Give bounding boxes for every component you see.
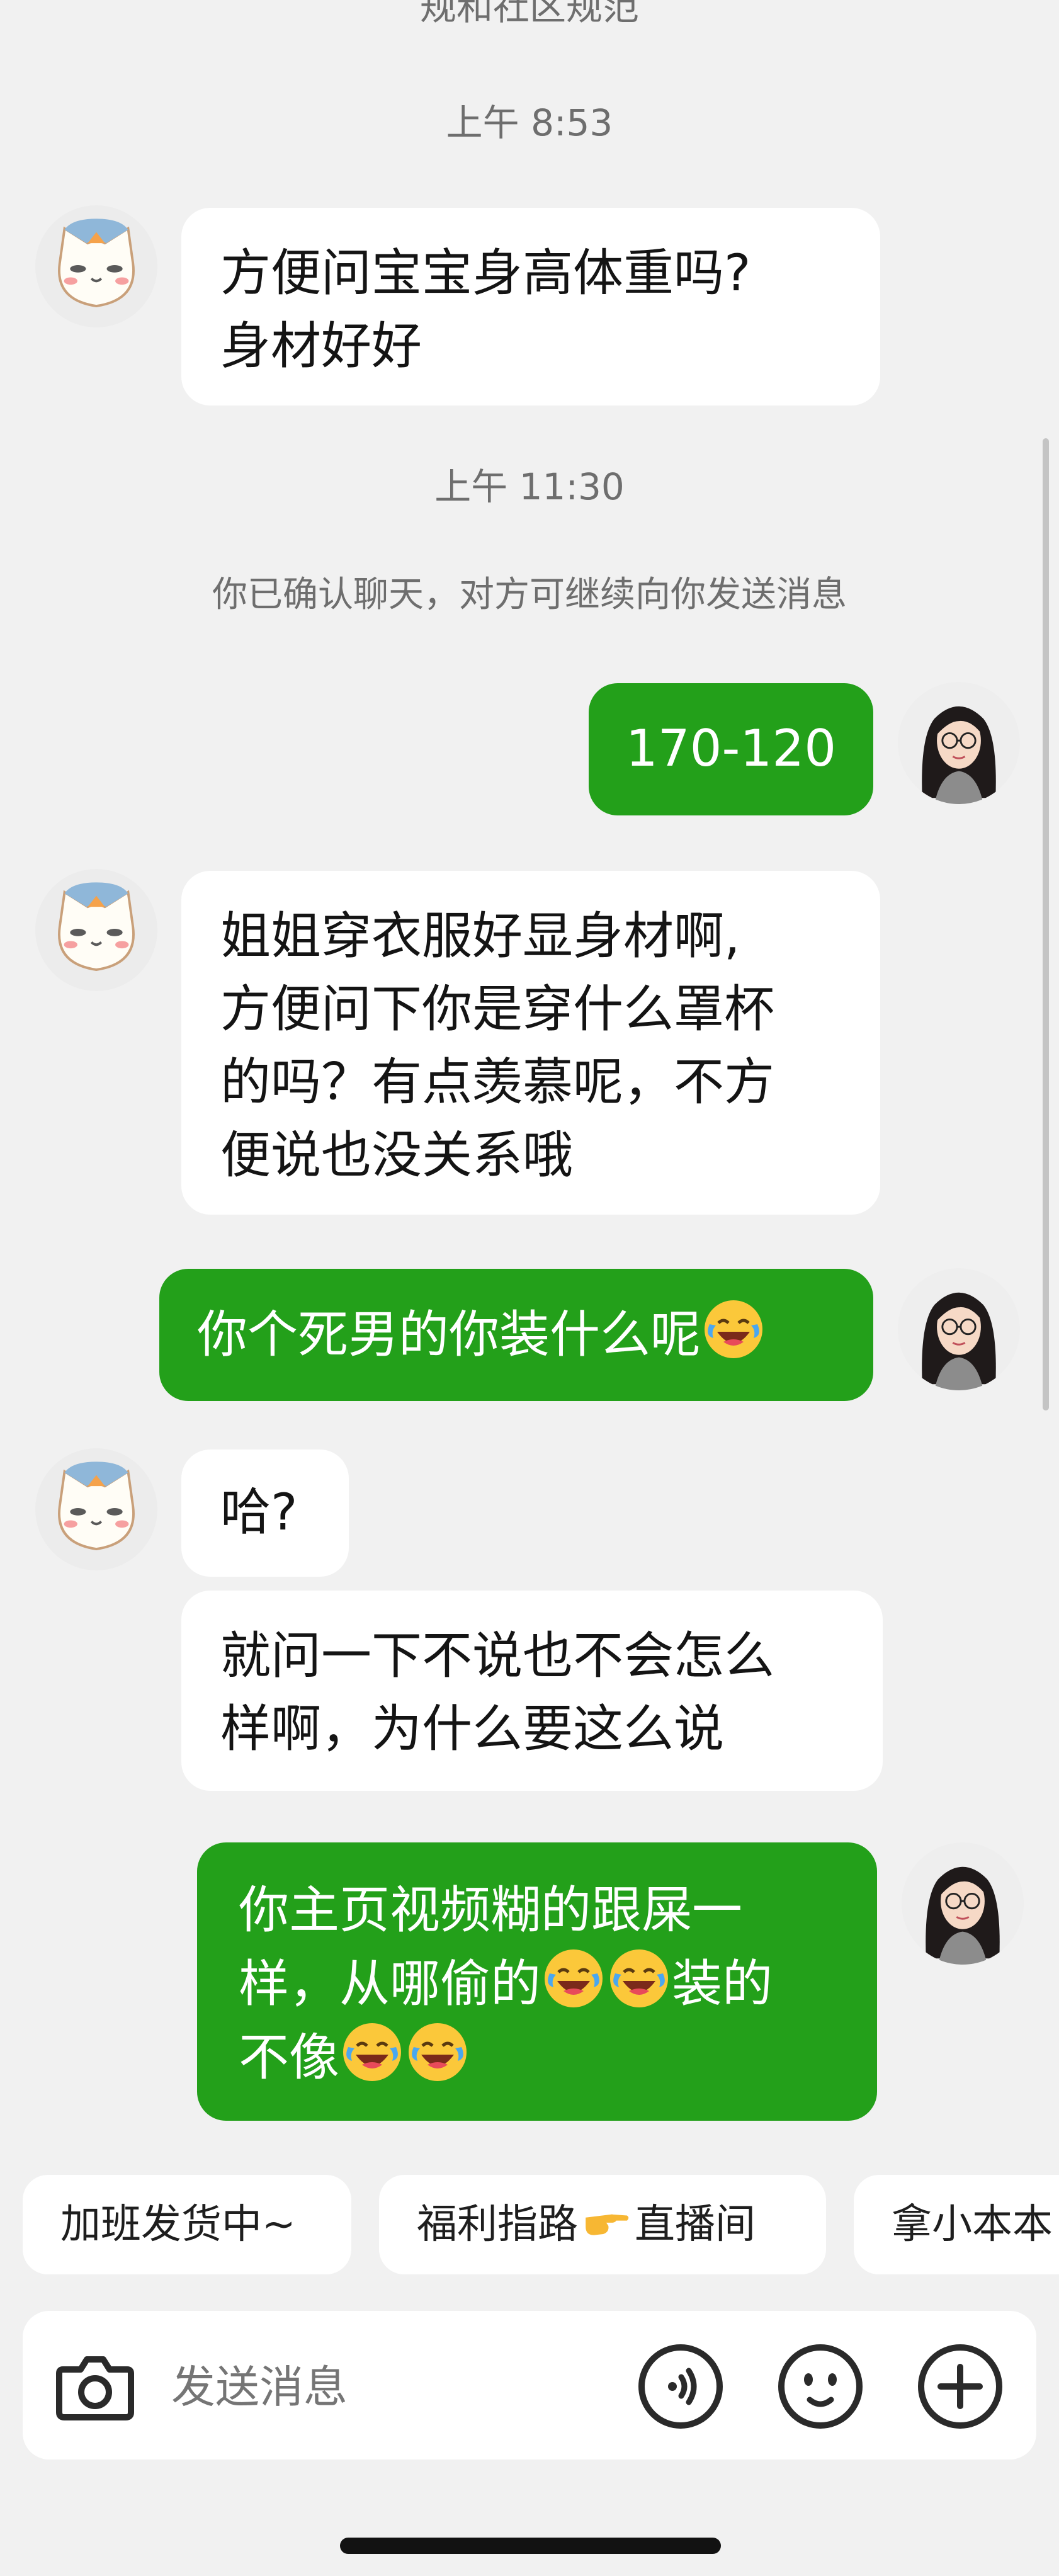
laughing-crying-emoji-icon <box>702 1298 765 1361</box>
pointing-hand-emoji-icon <box>580 2194 632 2245</box>
message-text: 就问一下不说也不会怎么 <box>220 1626 774 1685</box>
girl-glasses-avatar-icon <box>898 1268 1020 1390</box>
message-bubble-incoming[interactable]: 就问一下不说也不会怎么 样啊，为什么要这么说 <box>181 1591 883 1791</box>
header-partial-text: 规和社区规范 <box>419 0 639 28</box>
camera-icon <box>56 2356 134 2420</box>
timestamp: 上午 8:53 <box>446 101 613 144</box>
cat-avatar-icon <box>35 1448 157 1570</box>
message-text: 身材好好 <box>220 317 422 375</box>
message-text: 170-120 <box>625 719 837 778</box>
message-text: 的吗？有点羡慕呢，不方 <box>220 1053 774 1111</box>
sticker-button[interactable] <box>776 2342 865 2431</box>
cat-avatar-icon <box>35 869 157 991</box>
message-text: 你主页视频糊的跟屎一 <box>239 1881 742 1939</box>
voice-icon <box>638 2344 723 2429</box>
message-text: 装的 <box>672 1955 773 2013</box>
message-bubble-outgoing[interactable]: 你个死男的你装什么呢 <box>159 1269 873 1401</box>
self-avatar[interactable] <box>898 682 1020 804</box>
message-input[interactable] <box>170 2346 613 2429</box>
smiley-icon <box>778 2344 863 2429</box>
self-avatar[interactable] <box>902 1842 1024 1965</box>
other-avatar[interactable] <box>35 1448 157 1570</box>
quick-reply-label: 拿小本本 <box>892 2201 1053 2248</box>
message-bubble-outgoing[interactable]: 你主页视频糊的跟屎一 样，从哪偷的 装的 不像 <box>197 1842 877 2121</box>
camera-button[interactable] <box>50 2342 140 2431</box>
plus-icon <box>918 2344 1002 2429</box>
message-bubble-outgoing[interactable]: 170-120 <box>589 683 873 815</box>
message-bubble-incoming[interactable]: 哈? <box>181 1450 349 1577</box>
message-text: 方便问下你是穿什么罩杯 <box>220 980 774 1038</box>
quick-reply-chip[interactable]: 加班发货中~ <box>23 2175 351 2274</box>
laughing-crying-emoji-icon <box>608 1947 671 2010</box>
message-text: 样啊，为什么要这么说 <box>220 1699 724 1758</box>
home-indicator <box>340 2538 721 2554</box>
quick-reply-chip[interactable]: 福利指路 直播间 <box>379 2175 826 2274</box>
message-text: 样，从哪偷的 <box>239 1955 541 2013</box>
quick-reply-label: 福利指路 <box>417 2201 578 2248</box>
voice-button[interactable] <box>636 2342 725 2431</box>
message-text: 哈? <box>220 1483 298 1541</box>
message-text: 姐姐穿衣服好显身材啊, <box>220 907 740 965</box>
message-bubble-incoming[interactable]: 方便问宝宝身高体重吗? 身材好好 <box>181 208 880 406</box>
laughing-crying-emoji-icon <box>341 2021 404 2084</box>
message-bubble-incoming[interactable]: 姐姐穿衣服好显身材啊, 方便问下你是穿什么罩杯 的吗？有点羡慕呢，不方 便说也没… <box>181 871 880 1215</box>
quick-reply-chip[interactable]: 拿小本本 <box>854 2175 1059 2274</box>
plus-button[interactable] <box>915 2342 1005 2431</box>
laughing-crying-emoji-icon <box>542 1947 605 2010</box>
girl-glasses-avatar-icon <box>898 682 1020 804</box>
cat-avatar-icon <box>35 205 157 327</box>
self-avatar[interactable] <box>898 1268 1020 1390</box>
message-text: 方便问宝宝身高体重吗? <box>220 244 751 302</box>
timestamp: 上午 11:30 <box>434 465 625 508</box>
message-text: 不像 <box>239 2028 339 2087</box>
other-avatar[interactable] <box>35 205 157 327</box>
quick-reply-label: 直播间 <box>635 2201 756 2248</box>
laughing-crying-emoji-icon <box>406 2021 469 2084</box>
system-notice: 你已确认聊天，对方可继续向你发送消息 <box>212 574 847 615</box>
quick-reply-label: 加班发货中~ <box>60 2201 296 2248</box>
message-text: 你个死男的你装什么呢 <box>197 1305 701 1364</box>
girl-glasses-avatar-icon <box>902 1842 1024 1965</box>
scrollbar[interactable] <box>1043 438 1049 1410</box>
message-text: 便说也没关系哦 <box>220 1126 573 1184</box>
other-avatar[interactable] <box>35 869 157 991</box>
